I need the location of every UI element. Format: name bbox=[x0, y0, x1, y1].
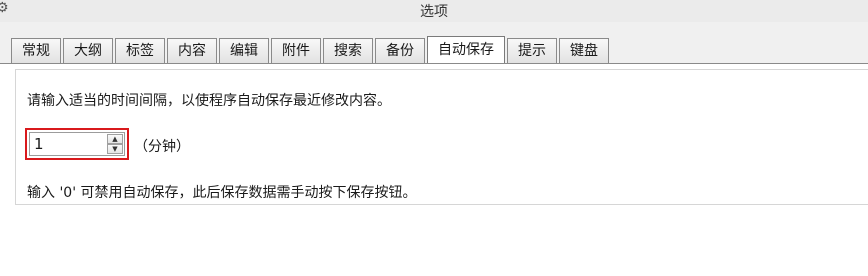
tab-backup[interactable]: 备份 bbox=[375, 38, 425, 63]
spin-down-icon[interactable]: ▼ bbox=[107, 144, 123, 154]
tab-outline[interactable]: 大纲 bbox=[63, 38, 113, 63]
tab-edit[interactable]: 编辑 bbox=[219, 38, 269, 63]
autosave-note: 输入 '0' 可禁用自动保存，此后保存数据需手动按下保存按钮。 bbox=[27, 185, 417, 201]
tab-search[interactable]: 搜索 bbox=[323, 38, 373, 63]
window-title: 选项 bbox=[420, 4, 448, 20]
tab-autosave[interactable]: 自动保存 bbox=[427, 36, 505, 64]
tab-bar: 常规 大纲 标签 内容 编辑 附件 搜索 备份 自动保存 提示 键盘 bbox=[11, 36, 611, 64]
interval-spinbox[interactable]: 1 ▲ ▼ bbox=[29, 132, 125, 156]
tab-general[interactable]: 常规 bbox=[11, 38, 61, 63]
interval-unit-label: （分钟） bbox=[134, 139, 190, 155]
spin-up-icon[interactable]: ▲ bbox=[107, 134, 123, 144]
autosave-group: 请输入适当的时间间隔，以使程序自动保存最近修改内容。 1 ▲ ▼ （分钟） 输入… bbox=[15, 69, 868, 205]
tab-content[interactable]: 内容 bbox=[167, 38, 217, 63]
tab-tags[interactable]: 标签 bbox=[115, 38, 165, 63]
tab-panel-autosave: 请输入适当的时间间隔，以使程序自动保存最近修改内容。 1 ▲ ▼ （分钟） 输入… bbox=[0, 63, 868, 276]
tab-keyboard[interactable]: 键盘 bbox=[559, 38, 609, 63]
tab-tips[interactable]: 提示 bbox=[507, 38, 557, 63]
tab-attachments[interactable]: 附件 bbox=[271, 38, 321, 63]
title-bar: ⚙ 选项 bbox=[0, 0, 868, 22]
interval-highlight: 1 ▲ ▼ bbox=[25, 128, 129, 160]
autosave-description: 请输入适当的时间间隔，以使程序自动保存最近修改内容。 bbox=[27, 93, 391, 109]
spin-buttons: ▲ ▼ bbox=[107, 134, 123, 154]
interval-value[interactable]: 1 bbox=[34, 134, 44, 154]
